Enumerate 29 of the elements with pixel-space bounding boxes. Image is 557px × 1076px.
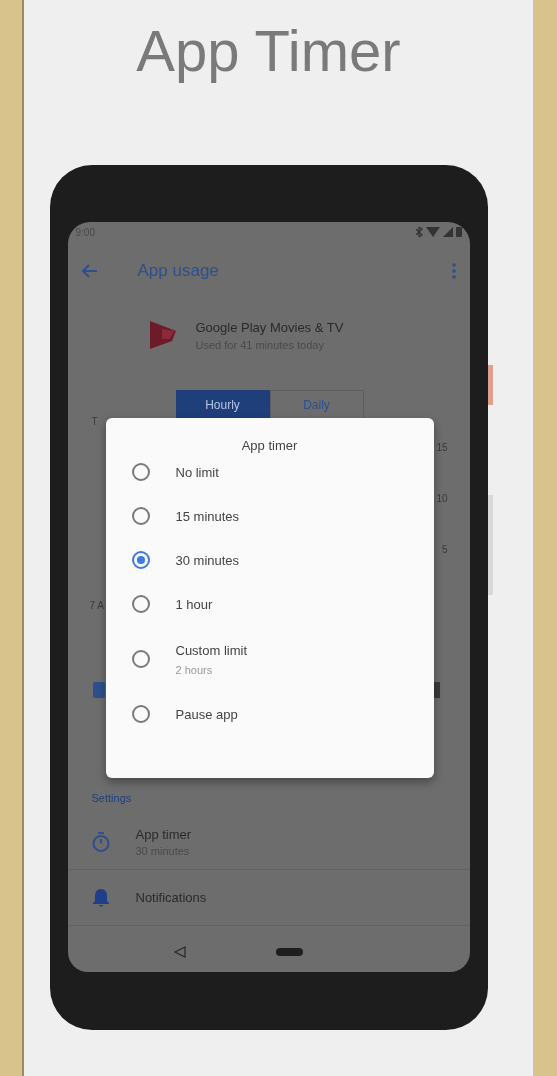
radio-button[interactable] <box>131 507 150 525</box>
option-label: Pause app <box>175 706 238 722</box>
radio-button[interactable] <box>131 705 150 723</box>
settings-heading: Settings <box>90 791 133 806</box>
settings-item[interactable]: Notifications <box>67 870 470 926</box>
option-label: 1 hour <box>175 596 213 612</box>
bell-icon <box>91 887 110 908</box>
option-label: 15 minutes <box>175 508 240 524</box>
back-icon[interactable] <box>174 946 186 958</box>
option-label: 30 minutes <box>175 552 240 568</box>
option-label: Custom limit <box>175 642 247 658</box>
settings-item-title: App timer <box>135 826 192 842</box>
view-tab[interactable]: Hourly <box>175 390 270 420</box>
battery-icon <box>455 227 462 237</box>
settings-item-title: Notifications <box>135 890 207 905</box>
option-label: No limit <box>175 464 219 480</box>
stopwatch-icon <box>91 831 110 852</box>
signal-icon <box>442 227 453 237</box>
wifi-icon <box>425 227 440 237</box>
bluetooth-icon <box>414 226 423 238</box>
app-name: Google Play Movies & TV <box>195 319 344 335</box>
radio-button[interactable] <box>131 595 150 613</box>
app-bar-title: App usage <box>137 261 220 281</box>
app-icon <box>147 319 178 351</box>
radio-button[interactable] <box>131 650 150 668</box>
home-button[interactable] <box>276 948 303 956</box>
option-detail: 2 hours <box>175 663 214 676</box>
radio-button[interactable] <box>131 551 150 569</box>
radio-button[interactable] <box>131 463 150 481</box>
